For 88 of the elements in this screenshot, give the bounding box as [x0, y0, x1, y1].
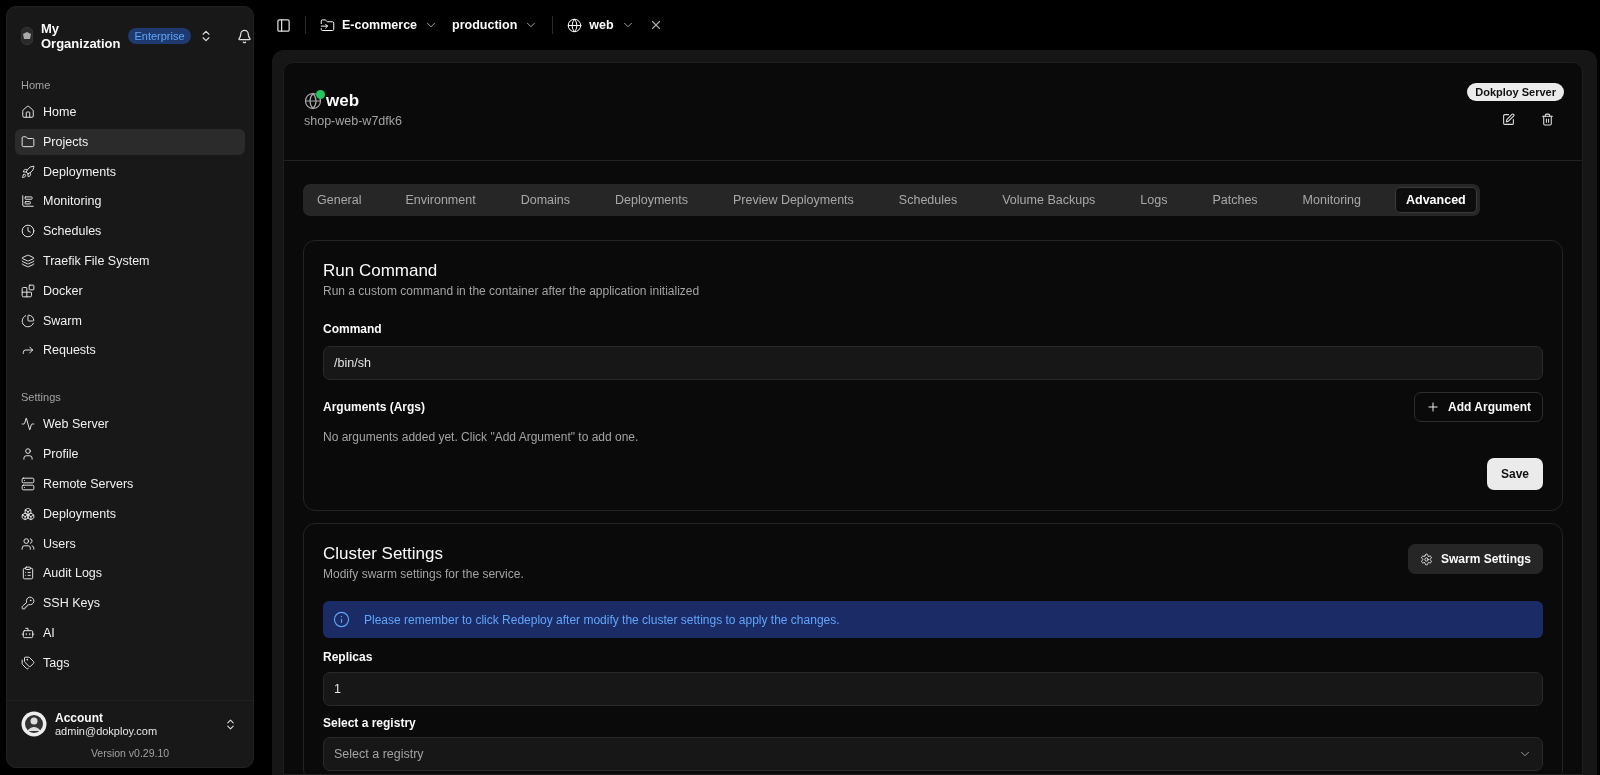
pulse-icon: [21, 417, 35, 432]
card-description: Run a custom command in the container after the application initialized: [323, 284, 701, 298]
replicas-input-field[interactable]: 1: [323, 672, 1543, 706]
sidebar-item[interactable]: Requests: [15, 337, 245, 364]
folder-icon: [21, 134, 35, 149]
sidebar-item[interactable]: Users: [15, 530, 245, 557]
sidebar-item[interactable]: Home: [15, 99, 245, 125]
tab[interactable]: Preview Deployments: [721, 187, 865, 213]
plan-badge: Enterprise: [128, 28, 191, 44]
organization-name: My Organization: [41, 21, 121, 51]
save-button[interactable]: Save: [1486, 458, 1543, 490]
server-icon: [21, 476, 35, 491]
blocks-icon: [21, 283, 35, 298]
folder-icon: [320, 17, 335, 33]
tab[interactable]: Logs: [1129, 187, 1179, 213]
tab[interactable]: Advanced: [1395, 187, 1477, 213]
field-label: Arguments (Args): [323, 400, 425, 414]
bar-chart-icon: [21, 194, 35, 209]
info-icon: [333, 611, 350, 628]
sidebar-item[interactable]: Deployments: [15, 500, 245, 527]
sidebar-item[interactable]: Audit Logs: [15, 560, 245, 587]
card-title: Run Command: [323, 261, 439, 281]
command-input-field[interactable]: /bin/sh: [323, 346, 1543, 380]
organization-logo: [21, 27, 33, 45]
tab[interactable]: Environment: [394, 187, 487, 213]
edit-icon[interactable]: [1502, 113, 1515, 126]
sidebar-item[interactable]: Remote Servers: [15, 470, 245, 497]
card-title: Cluster Settings: [323, 544, 444, 564]
tab[interactable]: Volume Backups: [991, 187, 1107, 213]
account-switcher[interactable]: [224, 717, 237, 731]
registry-select[interactable]: Select a registry: [323, 737, 1543, 771]
breadcrumb-dropdown[interactable]: production: [452, 18, 539, 32]
breadcrumb-dropdown[interactable]: web: [567, 17, 635, 33]
pie-chart-icon: [21, 313, 35, 328]
account-name: Account: [55, 711, 104, 725]
sidebar-item[interactable]: Deployments: [15, 158, 245, 185]
plus-icon: [1426, 400, 1441, 414]
sidebar-toggle-icon[interactable]: [276, 17, 291, 33]
layers-icon: [21, 254, 35, 268]
service-name: web: [326, 91, 360, 111]
tab[interactable]: General: [306, 187, 373, 213]
user-icon: [21, 447, 35, 462]
tags-icon: [21, 655, 35, 670]
sidebar-item[interactable]: Web Server: [15, 411, 245, 438]
sidebar-item[interactable]: Profile: [15, 441, 245, 468]
sidebar-item[interactable]: Traefik File System: [15, 248, 245, 274]
tab[interactable]: Domains: [509, 187, 581, 213]
field-label: Command: [323, 322, 383, 336]
avatar: [21, 711, 47, 737]
sidebar-section-title: Home: [20, 79, 52, 91]
sidebar-item[interactable]: Projects: [15, 128, 245, 155]
users-icon: [21, 536, 35, 551]
tab[interactable]: Monitoring: [1291, 187, 1372, 213]
field-label: Replicas: [323, 650, 374, 664]
sidebar-item[interactable]: Swarm: [15, 307, 245, 334]
clipboard-icon: [21, 566, 35, 581]
clock-icon: [21, 224, 35, 239]
delete-icon[interactable]: [1541, 113, 1554, 126]
sidebar-item[interactable]: Schedules: [15, 218, 245, 245]
add-argument-button[interactable]: Add Argument: [1414, 392, 1543, 422]
card-description: Modify swarm settings for the service.: [323, 567, 524, 581]
tab[interactable]: Patches: [1201, 187, 1269, 213]
robot-icon: [21, 625, 35, 640]
account-email: admin@dokploy.com: [55, 725, 159, 737]
globe-icon: [304, 92, 322, 110]
alert-text: Please remember to click Redeploy after modify the cluster settings to apply the changes.: [364, 612, 840, 627]
service-slug: shop-web-w7dfk6: [304, 114, 402, 128]
version-text: Version v0.29.10: [89, 746, 171, 761]
swarm-settings-button[interactable]: Swarm Settings: [1407, 544, 1543, 574]
server-badge: Dokploy Server: [1467, 83, 1564, 101]
sidebar-item[interactable]: Monitoring: [15, 188, 245, 215]
globe-icon: [567, 17, 583, 33]
tab[interactable]: Schedules: [887, 187, 969, 213]
rocket-icon: [21, 164, 35, 179]
notifications-icon[interactable]: [236, 28, 252, 44]
sidebar-item[interactable]: Tags: [15, 649, 245, 676]
sidebar-item[interactable]: AI: [15, 619, 245, 646]
sidebar-item[interactable]: SSH Keys: [15, 590, 245, 617]
empty-arguments-text: No arguments added yet. Click "Add Argument" to add one.: [323, 430, 640, 444]
gear-icon: [1419, 552, 1433, 566]
sidebar-item[interactable]: Docker: [15, 277, 245, 304]
breadcrumb-dropdown[interactable]: E-commerce: [320, 17, 439, 33]
tab[interactable]: Deployments: [604, 187, 699, 213]
boxes-icon: [21, 506, 35, 521]
field-label: Select a registry: [323, 716, 417, 730]
sidebar-section-title: Settings: [20, 391, 62, 404]
home-icon: [21, 105, 35, 119]
key-icon: [21, 596, 35, 611]
